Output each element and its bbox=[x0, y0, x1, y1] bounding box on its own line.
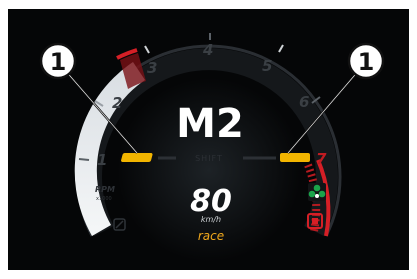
callout-badge-right: 1 bbox=[347, 42, 385, 80]
rpm-numeral-4: 4 bbox=[202, 41, 213, 59]
tick-mark bbox=[144, 45, 150, 54]
dashboard-figure: 1 2 3 4 5 6 7 RPM x1000 SHIFT M2 80 km/h… bbox=[0, 0, 417, 279]
shift-light-right bbox=[280, 153, 310, 162]
rpm-numeral-3: 3 bbox=[147, 59, 157, 77]
tick-mark bbox=[78, 158, 90, 161]
rpm-label: RPM bbox=[95, 185, 115, 194]
tick-mark bbox=[278, 44, 284, 53]
rpm-numeral-2: 2 bbox=[112, 94, 122, 112]
callout-number-right: 1 bbox=[358, 48, 375, 76]
shift-light-left bbox=[121, 153, 153, 162]
rpm-numeral-6: 6 bbox=[299, 93, 309, 111]
rpm-multiplier: x1000 bbox=[96, 196, 112, 202]
rpm-numeral-7: 7 bbox=[316, 150, 327, 168]
shift-label: SHIFT bbox=[195, 154, 223, 163]
speed-unit: km/h bbox=[201, 215, 221, 224]
rpm-numeral-5: 5 bbox=[262, 57, 272, 75]
speed-readout: 80 bbox=[190, 184, 232, 219]
gear-indicator: M2 bbox=[176, 101, 244, 147]
rpm-numeral-1: 1 bbox=[97, 151, 107, 169]
drive-mode-label: race bbox=[198, 229, 224, 243]
manual-mode-icon bbox=[113, 218, 126, 231]
callout-number-left: 1 bbox=[50, 48, 67, 76]
callout-badge-left: 1 bbox=[39, 42, 77, 80]
quadrifoglio-icon bbox=[308, 183, 326, 201]
cluster-graphics: 1 2 3 4 5 6 7 RPM x1000 SHIFT M2 80 km/h… bbox=[39, 33, 385, 262]
